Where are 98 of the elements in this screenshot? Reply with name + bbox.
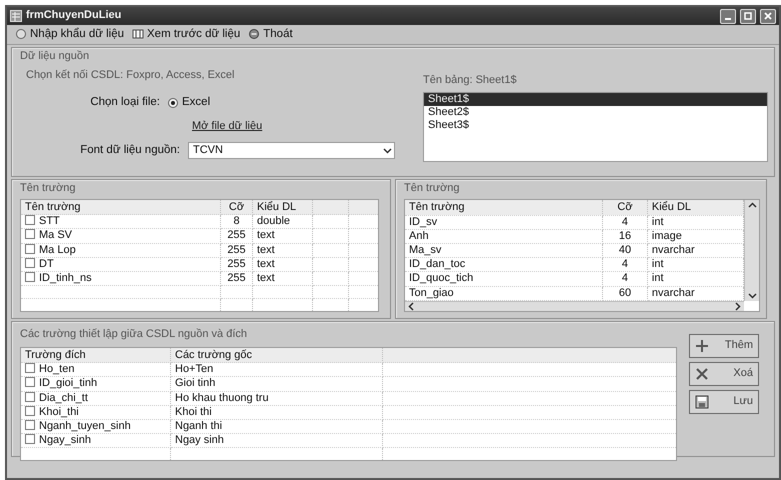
close-icon <box>764 12 772 20</box>
app-icon <box>10 10 22 22</box>
font-dropdown[interactable]: TCVN <box>188 142 395 160</box>
table-cell: Ngay sinh <box>170 434 382 448</box>
table-cell: 8 <box>220 214 252 229</box>
table-cell: 255 <box>220 243 252 258</box>
table-cell: 4 <box>602 215 648 230</box>
table-cell: Ho khau thuong tru <box>170 391 382 406</box>
horizontal-scrollbar[interactable] <box>405 300 744 312</box>
font-label: Font dữ liệu nguồn: <box>79 144 180 158</box>
table-cell: ID_gioi_tinh <box>39 377 98 390</box>
maximize-button[interactable] <box>740 8 756 24</box>
list-item[interactable]: Sheet1$ <box>424 93 767 106</box>
table-cell: 40 <box>602 244 648 258</box>
minimize-button[interactable] <box>720 8 736 24</box>
connection-label: Chọn kết nối CSDL: Foxpro, Access, Excel <box>26 69 236 82</box>
checkbox[interactable] <box>25 392 35 402</box>
table-cell: Ma SV <box>39 229 72 242</box>
table-cell: Ho+Ten <box>170 362 382 377</box>
table-cell: 16 <box>602 229 648 244</box>
grid-icon <box>132 28 144 40</box>
exit-icon <box>248 28 260 40</box>
column-header: Tên trường <box>20 200 220 215</box>
table-cell: 60 <box>602 286 648 300</box>
table-cell: 4 <box>602 258 648 272</box>
table-cell: text <box>252 257 312 272</box>
table-cell: Ho_ten <box>39 363 74 376</box>
checkbox[interactable] <box>25 406 35 416</box>
table-cell: Ngay_sinh <box>39 434 91 446</box>
checkbox[interactable] <box>25 434 35 444</box>
table-cell: Nganh_tuyen_sinh <box>39 420 131 432</box>
table-cell: ID_dan_toc <box>405 258 603 272</box>
toolbar-button[interactable]: Thoát <box>246 28 295 42</box>
chevron-down-icon <box>383 148 392 154</box>
table-cell: Ton_giao <box>405 286 603 300</box>
table-cell: Khoi thi <box>170 405 382 420</box>
table-cell: 255 <box>220 271 252 286</box>
checkbox[interactable] <box>25 229 35 240</box>
table-cell: ID_sv <box>405 215 603 230</box>
vertical-scrollbar[interactable] <box>744 200 759 301</box>
scroll-right-icon[interactable] <box>735 302 741 311</box>
list-item[interactable]: Sheet3$ <box>424 119 767 132</box>
scroll-up-icon[interactable] <box>748 202 756 208</box>
table-cell: ID_quoc_tich <box>405 272 603 286</box>
table-cell: Nganh thi <box>170 419 382 434</box>
table-cell: Ma_sv <box>405 244 603 258</box>
table-cell: double <box>252 214 312 229</box>
column-header: Trường đích <box>20 348 170 363</box>
column-header: Kiểu DL <box>252 200 312 215</box>
window-title: frmChuyenDuLieu <box>26 9 122 23</box>
group-title: Tên trường <box>404 182 461 196</box>
table-cell: text <box>252 271 312 286</box>
circle-icon <box>15 28 27 40</box>
table-cell: Anh <box>405 229 603 244</box>
close-button[interactable] <box>760 8 776 24</box>
column-header: Tên trường <box>405 200 603 216</box>
toolbar-button[interactable]: Xem trước dữ liệu <box>130 28 242 42</box>
group-title: Các trường thiết lập giữa CSDL nguồn và đích <box>20 328 248 342</box>
radio-option[interactable]: Excel <box>168 96 210 110</box>
scroll-left-icon[interactable] <box>408 302 414 311</box>
table-cell: Gioi tinh <box>170 376 382 392</box>
action-button[interactable]: Thêm <box>689 334 759 358</box>
table-cell: STT <box>39 215 60 228</box>
column-header: Kiểu DL <box>647 200 744 216</box>
table-cell: Ma Lop <box>39 244 76 256</box>
table-name-label: Tên bảng: Sheet1$ <box>423 74 518 88</box>
plus-icon <box>695 339 709 353</box>
checkbox[interactable] <box>25 420 35 430</box>
checkbox[interactable] <box>25 272 35 282</box>
checkbox[interactable] <box>25 377 35 388</box>
table-cell: Khoi_thi <box>39 406 79 418</box>
table-cell: text <box>252 243 312 258</box>
cross-icon <box>695 367 709 381</box>
action-button[interactable]: Lưu <box>689 390 759 414</box>
dropdown-value: TCVN <box>193 144 223 158</box>
table-cell: text <box>252 228 312 244</box>
checkbox[interactable] <box>25 363 35 374</box>
list-item[interactable]: Sheet2$ <box>424 106 767 120</box>
scroll-down-icon[interactable] <box>748 292 756 299</box>
group-title: Tên trường <box>20 182 77 196</box>
checkbox[interactable] <box>25 258 35 268</box>
column-header: Cỡ <box>220 200 252 215</box>
toolbar-button[interactable]: Nhập khẩu dữ liệu <box>13 28 126 42</box>
table-cell: Dia_chi_tt <box>39 392 88 404</box>
table-cell: 4 <box>602 272 648 286</box>
group-title: Dữ liệu nguồn <box>20 50 90 64</box>
action-button[interactable]: Xoá <box>689 362 759 386</box>
maximize-icon <box>744 12 752 20</box>
column-header: Các trường gốc <box>170 348 382 363</box>
file-type-label: Chọn loại file: <box>89 96 160 110</box>
table-cell: ID_tinh_ns <box>39 272 92 284</box>
table-cell: 255 <box>220 228 252 244</box>
column-header: Cỡ <box>602 200 648 216</box>
open-file-link[interactable]: Mở file dữ liệu <box>192 120 262 132</box>
checkbox[interactable] <box>25 244 35 254</box>
table-cell: 255 <box>220 257 252 272</box>
table-cell: DT <box>39 258 54 270</box>
checkbox[interactable] <box>25 215 35 226</box>
